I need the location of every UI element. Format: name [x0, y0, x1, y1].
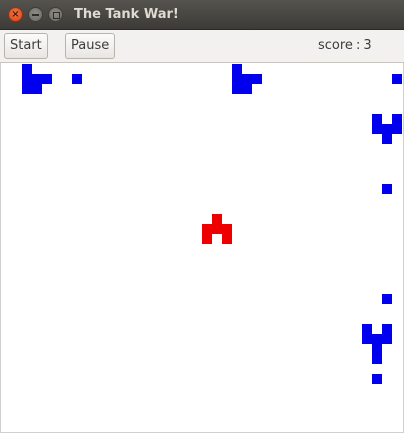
- enemy-bullet: [382, 294, 392, 304]
- pause-button[interactable]: Pause: [65, 33, 115, 59]
- battlefield-canvas: [22, 64, 402, 384]
- start-button[interactable]: Start: [4, 33, 48, 59]
- enemy-bullet: [72, 74, 82, 84]
- score-display: score:3: [318, 38, 372, 53]
- title-bar[interactable]: × The Tank War!: [0, 0, 404, 30]
- minimize-icon[interactable]: [28, 7, 43, 22]
- score-separator: :: [355, 38, 361, 53]
- enemy-tank: [362, 324, 392, 364]
- maximize-icon[interactable]: [48, 7, 63, 22]
- score-label: score: [318, 38, 353, 53]
- enemy-bullet: [392, 74, 402, 84]
- enemy-tank: [22, 64, 52, 94]
- enemy-bullet: [382, 184, 392, 194]
- score-value: 3: [363, 38, 372, 53]
- enemy-tank: [372, 114, 402, 144]
- toolbar: Start Pause score:3: [0, 30, 404, 63]
- close-icon[interactable]: ×: [8, 7, 23, 22]
- enemy-bullet: [372, 374, 382, 384]
- window-title: The Tank War!: [74, 7, 179, 22]
- player-tank[interactable]: [202, 214, 232, 244]
- battlefield[interactable]: [0, 63, 404, 433]
- game-window: × The Tank War! Start Pause score:3: [0, 0, 404, 433]
- enemy-tank: [232, 64, 262, 94]
